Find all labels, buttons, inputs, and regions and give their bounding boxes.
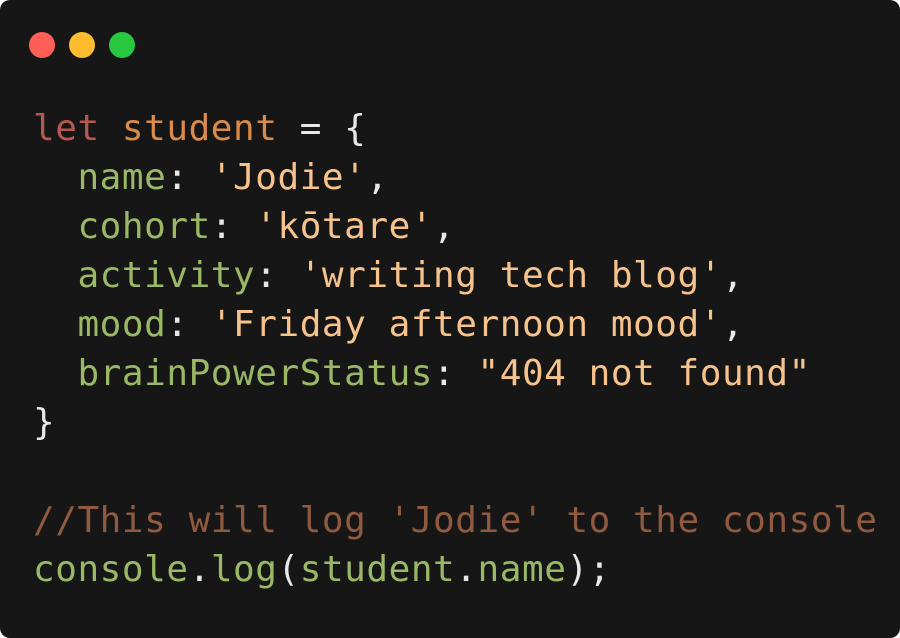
code-token-punc: = { (277, 108, 367, 149)
code-token-prop: student (299, 549, 456, 590)
code-token-punc: , (366, 157, 389, 198)
maximize-dot-icon[interactable] (109, 32, 135, 58)
code-token-prop: log (210, 549, 278, 590)
code-token-str: "404 not found" (477, 353, 811, 394)
code-token-str: 'writing tech blog' (299, 255, 722, 296)
code-token-punc: : (166, 304, 211, 345)
code-token-punc: } (33, 402, 56, 443)
code-line: name: 'Jodie', (33, 153, 878, 202)
code-token-punc (33, 353, 77, 394)
code-token-punc: : (255, 255, 300, 296)
code-token-prop: name (477, 549, 567, 590)
code-token-punc: . (188, 549, 211, 590)
code-token-punc (33, 255, 77, 296)
code-token-punc: . (455, 549, 478, 590)
close-dot-icon[interactable] (29, 32, 55, 58)
code-token-punc: , (721, 255, 745, 296)
minimize-dot-icon[interactable] (69, 32, 95, 58)
code-line: mood: 'Friday afternoon mood', (33, 300, 878, 349)
code-line: console.log(student.name); (33, 545, 878, 594)
code-token-punc (33, 157, 77, 198)
code-token-punc: : (210, 206, 256, 247)
window-controls (29, 32, 135, 58)
code-token-punc (33, 304, 77, 345)
code-token-prop: activity (77, 255, 256, 296)
code-token-punc: : (433, 353, 478, 394)
code-token-str: 'kōtare' (255, 206, 434, 247)
code-token-punc: ( (277, 549, 300, 590)
code-token-str: 'Friday afternoon mood' (210, 304, 722, 345)
code-token-prop: name (77, 157, 167, 198)
code-line: } (33, 398, 878, 447)
code-token-prop: brainPowerStatus (77, 353, 434, 394)
code-token-punc: , (433, 206, 456, 247)
code-token-str: 'Jodie' (210, 157, 367, 198)
code-token-kw: let (33, 108, 100, 149)
code-line: brainPowerStatus: "404 not found" (33, 349, 878, 398)
code-token-cmt: //This will log 'Jodie' to the console (33, 500, 878, 541)
code-block: let student = { name: 'Jodie', cohort: '… (33, 104, 878, 594)
code-token-punc (100, 108, 122, 149)
code-token-prop: mood (77, 304, 167, 345)
code-token-punc: , (721, 304, 745, 345)
code-window: let student = { name: 'Jodie', cohort: '… (0, 0, 900, 638)
code-token-punc: ); (566, 549, 611, 590)
code-line: activity: 'writing tech blog', (33, 251, 878, 300)
code-line: cohort: 'kōtare', (33, 202, 878, 251)
code-line: let student = { (33, 104, 878, 153)
code-line: //This will log 'Jodie' to the console (33, 496, 878, 545)
code-token-punc (33, 206, 77, 247)
code-token-prop: cohort (77, 206, 211, 247)
code-token-var: student (121, 108, 278, 149)
code-token-prop: console (33, 549, 189, 590)
code-token-punc: : (166, 157, 211, 198)
